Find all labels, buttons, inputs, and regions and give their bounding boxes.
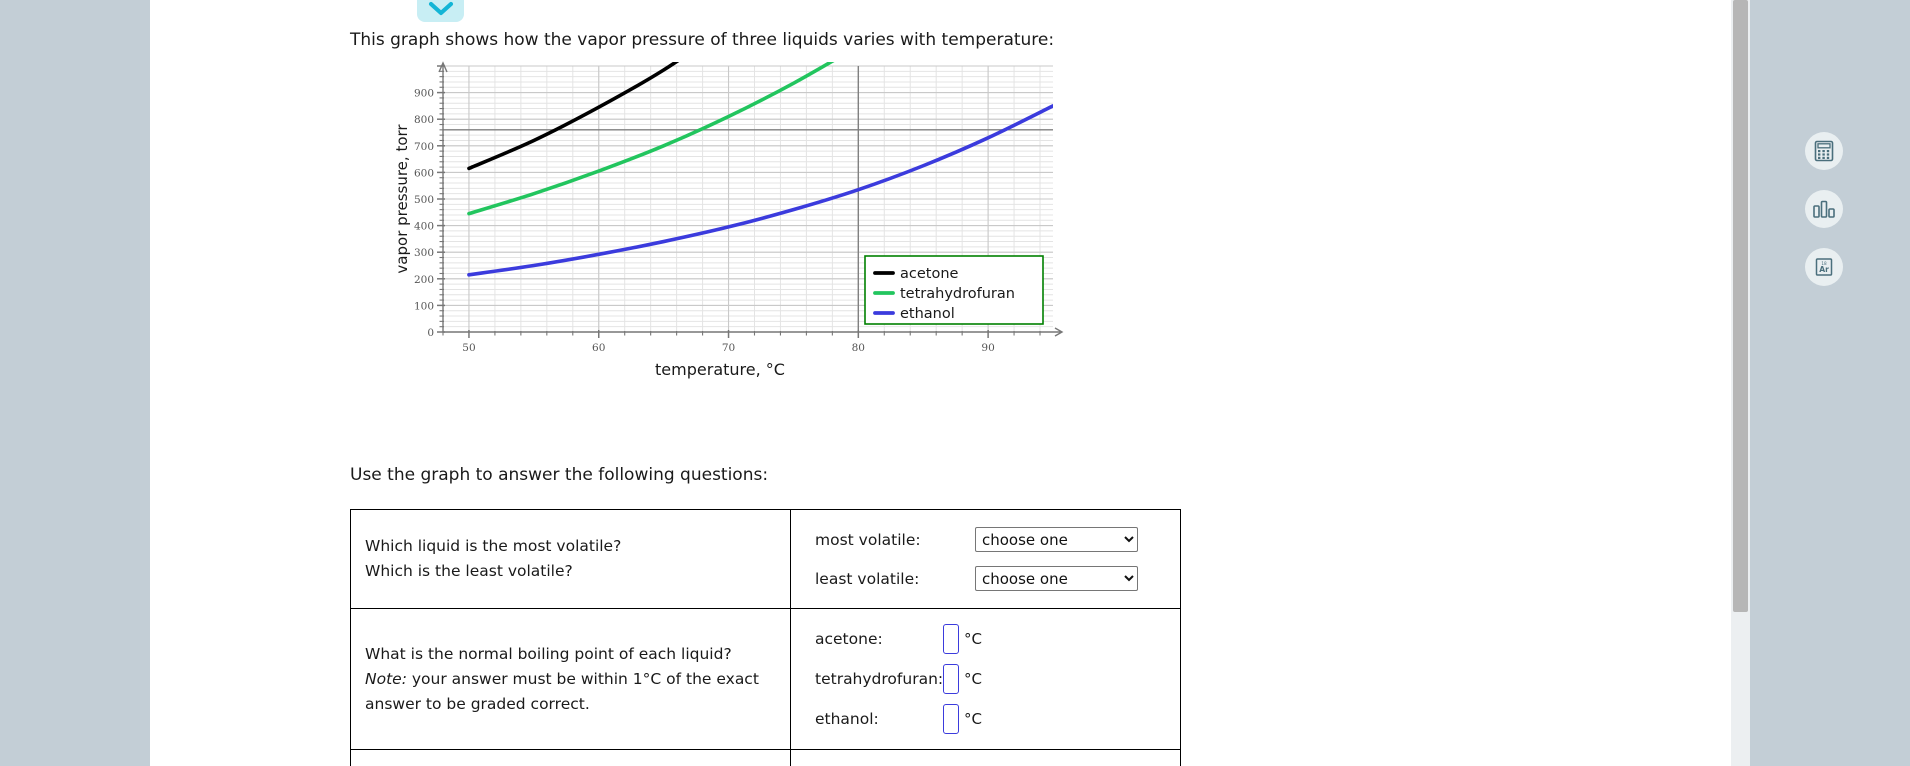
- most-volatile-label: most volatile:: [815, 530, 921, 549]
- element-symbol: Ar: [1819, 265, 1829, 274]
- legend-label-acetone: acetone: [900, 266, 959, 282]
- x-axis-tick-label: 60: [592, 342, 605, 354]
- question-line: Which liquid is the most volatile?: [365, 537, 622, 555]
- tetrahydrofuran-bp-input[interactable]: [943, 664, 959, 694]
- acetone-bp-input[interactable]: [943, 624, 959, 654]
- x-axis-tick-label: 50: [462, 342, 475, 354]
- calculator-button[interactable]: [1805, 132, 1843, 170]
- x-axis-title: temperature, °C: [655, 360, 785, 379]
- y-axis-tick-label: 400: [414, 221, 434, 233]
- y-axis-tick-label: 100: [414, 300, 434, 312]
- tetrahydrofuran-label: tetrahydrofuran:: [815, 670, 944, 688]
- most-volatile-select[interactable]: choose one: [975, 527, 1138, 552]
- y-axis-tick-label: 200: [414, 274, 434, 286]
- answer-row-tetrahydrofuran: tetrahydrofuran: °C: [815, 659, 1180, 699]
- scrollbar-track[interactable]: [1731, 0, 1750, 766]
- acetone-unit: °C: [964, 630, 982, 648]
- tetrahydrofuran-unit: °C: [964, 670, 982, 688]
- ethanol-unit: °C: [964, 710, 982, 728]
- y-axis-tick-label: 600: [414, 167, 434, 179]
- table-row: What is the normal boiling point of each…: [350, 608, 1181, 750]
- collapse-panel-button[interactable]: [417, 0, 464, 22]
- question-line: Which is the least volatile?: [365, 562, 573, 580]
- question-line: What is the normal boiling point of each…: [365, 644, 732, 663]
- y-axis-tick-label: 0: [427, 327, 434, 339]
- y-axis-title: vapor pressure, torr: [393, 124, 411, 274]
- answer-cell-boiling-point: acetone: °C tetrahydrofuran: °C ethanol:…: [790, 608, 1181, 750]
- answer-cell-volatility: most volatile: choose one least volatile…: [790, 509, 1181, 609]
- least-volatile-label: least volatile:: [815, 569, 920, 588]
- x-axis-tick-label: 70: [722, 342, 735, 354]
- calculator-icon: [1814, 140, 1834, 162]
- x-axis-tick-label: 80: [852, 342, 865, 354]
- app-root: This graph shows how the vapor pressure …: [0, 0, 1910, 766]
- y-axis-tick-label: 300: [414, 247, 434, 259]
- answer-row-ethanol: ethanol: °C: [815, 699, 1180, 739]
- answer-cell-beaker: more: [790, 749, 1181, 766]
- chart-button[interactable]: [1805, 190, 1843, 228]
- question-line-note: Note: your answer must be within 1°C of …: [365, 667, 776, 692]
- note-emphasis: Note:: [365, 669, 407, 688]
- bar-chart-icon: [1812, 199, 1836, 219]
- question-line: answer to be graded correct.: [365, 694, 590, 713]
- question-cell-boiling-point: What is the normal boiling point of each…: [350, 608, 791, 750]
- question-cell-volatility: Which liquid is the most volatile? Which…: [350, 509, 791, 609]
- answer-row-most-volatile: most volatile: choose one: [815, 520, 1180, 559]
- page-gutter-left: [0, 0, 150, 766]
- ethanol-field-group: °C: [943, 704, 982, 734]
- answer-row-acetone: acetone: °C: [815, 619, 1180, 659]
- least-volatile-select[interactable]: choose one: [975, 566, 1138, 591]
- acetone-field-group: °C: [943, 624, 982, 654]
- ethanol-bp-input[interactable]: [943, 704, 959, 734]
- legend-label-ethanol: ethanol: [900, 306, 955, 322]
- use-graph-text: Use the graph to answer the following qu…: [350, 465, 769, 485]
- x-axis-tick-label: 90: [981, 342, 994, 354]
- tetrahydrofuran-field-group: °C: [943, 664, 982, 694]
- tool-rail: 18 Ar: [1805, 132, 1865, 306]
- acetone-label: acetone:: [815, 630, 883, 648]
- chart-svg: 0 100 200 300 400 500 600 700 800 900 50 60 70 80 90 va…: [393, 61, 1064, 379]
- periodic-table-button[interactable]: 18 Ar: [1805, 248, 1843, 286]
- series-line-tetrahydrofuran: [467, 62, 835, 216]
- intro-text: This graph shows how the vapor pressure …: [350, 30, 1055, 50]
- y-axis-tick-label: 800: [414, 114, 434, 126]
- page-gutter-right: [1750, 0, 1891, 766]
- table-row: Suppose a beaker of tetrahydrofuran is p…: [350, 749, 1181, 766]
- ethanol-label: ethanol:: [815, 710, 879, 728]
- note-rest: your answer must be within 1°C of the ex…: [406, 669, 759, 688]
- y-axis-tick-label: 900: [414, 88, 434, 100]
- content-sheet: This graph shows how the vapor pressure …: [150, 0, 1843, 766]
- question-cell-beaker: Suppose a beaker of tetrahydrofuran is p…: [350, 749, 791, 766]
- table-row: Which liquid is the most volatile? Which…: [350, 509, 1181, 609]
- chevron-down-icon: [428, 0, 454, 18]
- scrollbar-thumb[interactable]: [1733, 0, 1748, 612]
- answer-row-least-volatile: least volatile: choose one: [815, 559, 1180, 598]
- y-axis-tick-label: 500: [414, 194, 434, 206]
- periodic-table-icon: 18 Ar: [1814, 257, 1834, 277]
- radio-option-more[interactable]: more: [815, 762, 1180, 766]
- y-axis-tick-label: 700: [414, 141, 434, 153]
- vapor-pressure-chart: 0 100 200 300 400 500 600 700 800 900 50 60 70 80 90 va…: [385, 60, 1065, 410]
- question-table: Which liquid is the most volatile? Which…: [350, 509, 1181, 766]
- legend-label-tetrahydrofuran: tetrahydrofuran: [900, 286, 1015, 302]
